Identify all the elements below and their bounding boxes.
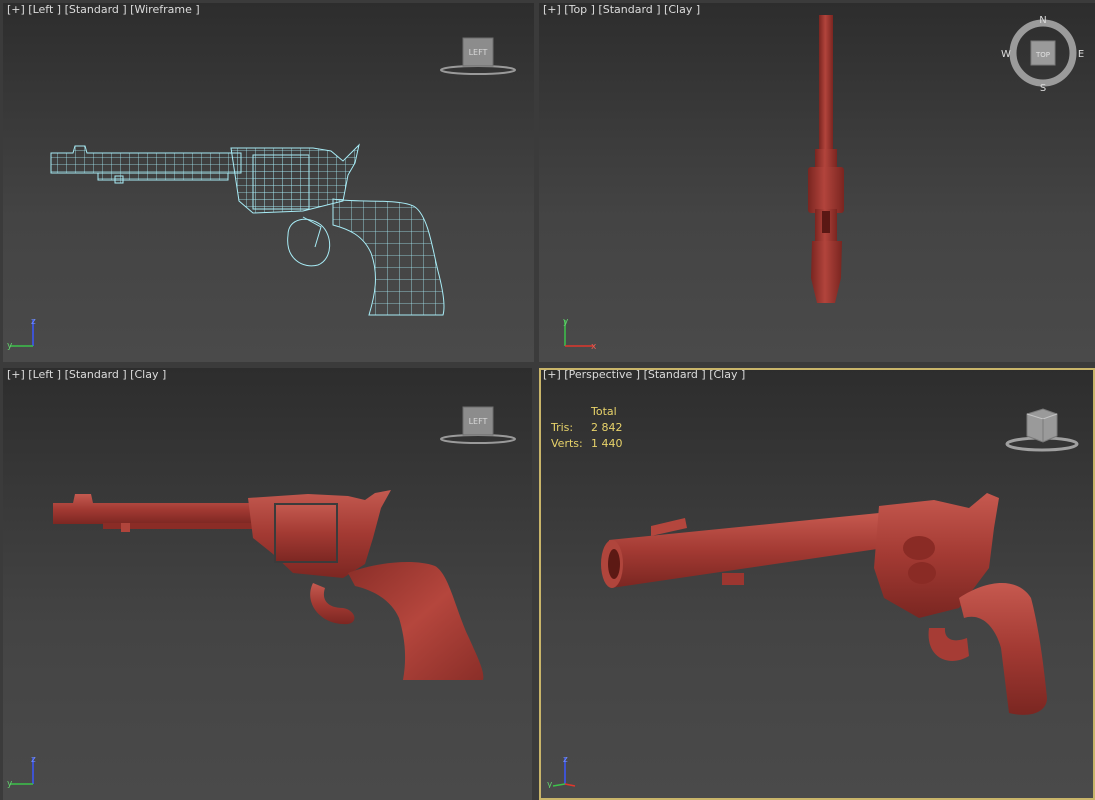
viewport-perspective-clay[interactable]: [+] [Perspective ] [Standard ] [Clay ] T… xyxy=(539,368,1095,800)
axis-z-label: z xyxy=(563,755,568,765)
axis-z-label: z xyxy=(31,755,36,765)
revolver-perspective xyxy=(601,493,1047,715)
viewport-left-wireframe[interactable]: [+] [Left ] [Standard ] [Wireframe ] LEF… xyxy=(3,3,534,362)
viewport-left-clay[interactable]: [+] [Left ] [Standard ] [Clay ] LEFT z y xyxy=(3,368,532,800)
axis-y-label: y xyxy=(547,780,553,788)
axis-gizmo: z y xyxy=(5,316,45,354)
axis-z-label: z xyxy=(31,317,36,327)
viewport-top-clay[interactable]: [+] [Top ] [Standard ] [Clay ] TOP N S E… xyxy=(539,3,1095,362)
axis-gizmo: z y xyxy=(545,754,585,792)
axis-y-label: y xyxy=(7,341,13,350)
axis-gizmo: y x xyxy=(559,316,599,354)
revolver-top-view xyxy=(808,15,844,303)
axis-x-label: x xyxy=(591,342,597,350)
axis-y-label: y xyxy=(563,317,569,327)
axis-gizmo: z y xyxy=(5,754,45,792)
revolver-wireframe xyxy=(50,143,445,316)
revolver-left-clay xyxy=(53,490,484,680)
axis-y-label: y xyxy=(7,779,13,788)
